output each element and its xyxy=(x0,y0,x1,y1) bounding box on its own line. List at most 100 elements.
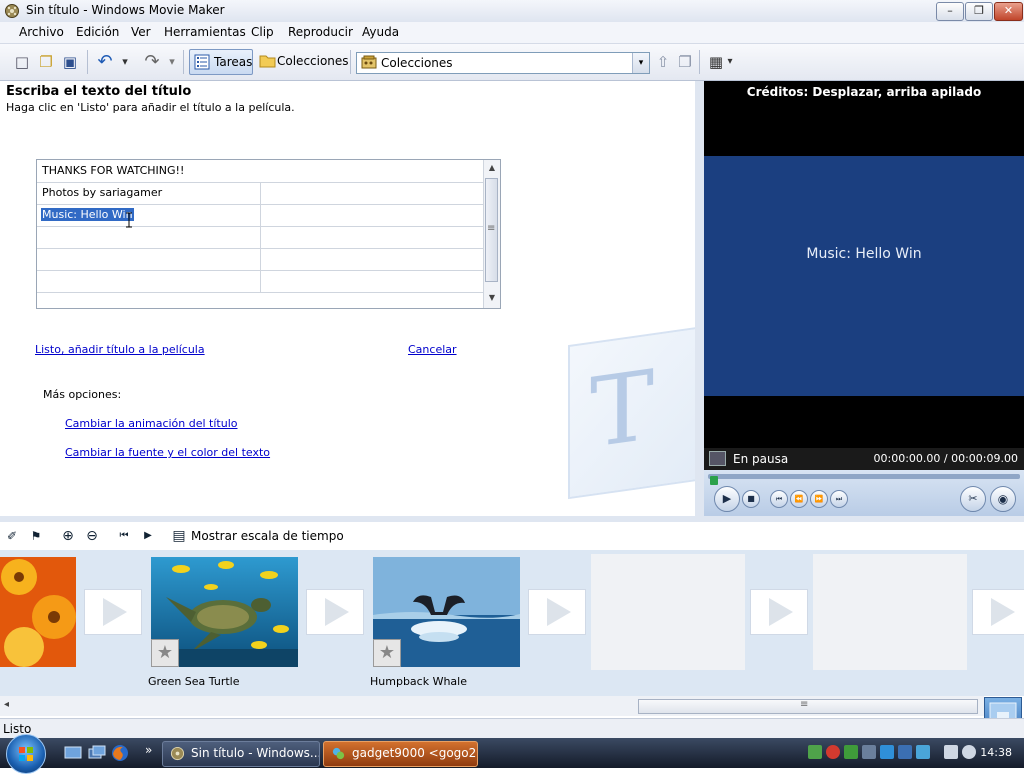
redo-dropdown-icon[interactable]: ▾ xyxy=(166,53,178,71)
switch-windows-icon[interactable] xyxy=(88,745,106,761)
split-clip-button[interactable]: ✂ xyxy=(960,486,986,512)
title-grid-cell[interactable] xyxy=(261,204,483,226)
tasks-button[interactable]: Tareas xyxy=(189,49,253,75)
undo-dropdown-icon[interactable]: ▾ xyxy=(119,53,131,71)
play-storyboard-icon[interactable]: ▶ xyxy=(140,528,156,544)
zoom-out-icon[interactable]: ⊖ xyxy=(84,528,100,544)
show-desktop-icon[interactable] xyxy=(64,745,82,761)
title-grid-cell[interactable]: Music: Hello Win xyxy=(37,204,261,226)
seek-bar[interactable] xyxy=(708,474,1020,485)
title-grid-scrollbar[interactable]: ▲ ≡ ▼ xyxy=(483,160,500,308)
change-title-animation-link[interactable]: Cambiar la animación del título xyxy=(65,417,238,430)
views-icon[interactable]: ▦ xyxy=(707,53,725,71)
quick-launch-overflow-icon[interactable]: » xyxy=(145,743,152,757)
transition-slot[interactable] xyxy=(750,589,808,635)
display-tray-icon[interactable] xyxy=(898,745,912,759)
menu-edicion[interactable]: Edición xyxy=(76,25,119,39)
menu-ayuda[interactable]: Ayuda xyxy=(362,25,399,39)
up-one-level-icon[interactable]: ⇧ xyxy=(654,53,672,71)
collections-combo[interactable]: Colecciones ▾ xyxy=(356,52,650,74)
storyboard-scrollbar[interactable]: ◂ ≡ xyxy=(0,696,984,716)
security-alert-tray-icon[interactable] xyxy=(826,745,840,759)
timeline-icon[interactable]: ▤ xyxy=(171,528,187,544)
start-button[interactable] xyxy=(6,734,46,774)
narrate-timeline-icon[interactable]: ✐ xyxy=(4,528,20,544)
take-snapshot-button[interactable]: ◉ xyxy=(990,486,1016,512)
play-button[interactable]: ▶ xyxy=(714,486,740,512)
taskbar-gadget-chat[interactable]: gadget9000 <gogo2... xyxy=(323,741,478,767)
show-timeline-button[interactable]: Mostrar escala de tiempo xyxy=(191,529,344,543)
tasks-list-icon xyxy=(194,54,210,70)
menu-herramientas[interactable]: Herramientas xyxy=(164,25,246,39)
title-grid-cell[interactable] xyxy=(261,270,483,292)
stop-button[interactable]: ■ xyxy=(742,490,760,508)
window-title-bar[interactable]: Sin título - Windows Movie Maker – ❐ ✕ xyxy=(0,0,1024,23)
taskbar-movie-maker[interactable]: Sin título - Windows... xyxy=(162,741,320,767)
menu-archivo[interactable]: Archivo xyxy=(19,25,64,39)
vertical-splitter[interactable] xyxy=(695,81,704,517)
next-frame-button[interactable]: ⏭ xyxy=(830,490,848,508)
title-grid-cell[interactable] xyxy=(261,226,483,248)
volume-tray-icon[interactable] xyxy=(962,745,976,759)
close-button[interactable]: ✕ xyxy=(994,2,1023,21)
title-grid-cell[interactable] xyxy=(261,182,483,204)
transition-slot[interactable] xyxy=(528,589,586,635)
storyboard-clip[interactable]: ★ xyxy=(373,557,520,667)
chevron-down-icon[interactable]: ▾ xyxy=(632,53,649,73)
rewind-button[interactable]: ⏪ xyxy=(790,490,808,508)
messenger-tray-icon[interactable] xyxy=(880,745,894,759)
network-tray-icon[interactable] xyxy=(808,745,822,759)
menu-reproducir[interactable]: Reproducir xyxy=(288,25,353,39)
new-collection-folder-icon[interactable]: ❐ xyxy=(676,53,694,71)
empty-clip-slot[interactable] xyxy=(591,554,745,670)
open-project-icon[interactable]: ❐ xyxy=(37,53,55,71)
audio-levels-icon[interactable]: ⚑ xyxy=(28,528,44,544)
transition-slot[interactable] xyxy=(306,589,364,635)
scroll-up-icon[interactable]: ▲ xyxy=(484,160,500,176)
device-tray-icon[interactable] xyxy=(862,745,876,759)
title-grid-scroll-thumb[interactable]: ≡ xyxy=(485,178,498,282)
fast-forward-button[interactable]: ⏩ xyxy=(810,490,828,508)
transition-slot[interactable] xyxy=(84,589,142,635)
done-add-title-link[interactable]: Listo, añadir título a la película xyxy=(35,343,205,356)
seek-thumb[interactable] xyxy=(710,476,718,485)
views-dropdown-icon[interactable]: ▾ xyxy=(725,53,735,71)
sync-tray-icon[interactable] xyxy=(916,745,930,759)
maximize-button[interactable]: ❐ xyxy=(965,2,993,21)
menu-ver[interactable]: Ver xyxy=(131,25,151,39)
minimize-button[interactable]: – xyxy=(936,2,964,21)
title-grid-cell[interactable] xyxy=(261,248,483,270)
movie-maker-task-icon xyxy=(170,746,185,761)
title-grid-cell[interactable] xyxy=(37,226,261,248)
title-grid-cell[interactable]: Photos by sariagamer xyxy=(37,182,261,204)
firefox-icon[interactable] xyxy=(111,744,129,762)
title-grid-cell[interactable]: THANKS FOR WATCHING!! xyxy=(37,160,483,182)
taskbar-clock[interactable]: 14:38 xyxy=(980,746,1012,759)
transition-slot[interactable] xyxy=(972,589,1024,635)
title-grid-cell[interactable] xyxy=(37,248,261,270)
cancel-link[interactable]: Cancelar xyxy=(408,343,457,356)
menu-clip[interactable]: Clip xyxy=(251,25,274,39)
previous-frame-button[interactable]: ⏮ xyxy=(770,490,788,508)
storyboard-clip[interactable]: ★ xyxy=(151,557,298,667)
rewind-storyboard-icon[interactable]: ⏮ xyxy=(116,528,132,544)
action-center-tray-icon[interactable] xyxy=(944,745,958,759)
storyboard-scroll-thumb[interactable]: ≡ xyxy=(638,699,978,714)
scroll-down-icon[interactable]: ▼ xyxy=(484,290,500,306)
tasks-button-label: Tareas xyxy=(214,55,253,69)
scroll-left-icon[interactable]: ◂ xyxy=(4,699,9,710)
title-text-grid[interactable]: THANKS FOR WATCHING!! Photos by sariagame… xyxy=(36,159,501,309)
zoom-in-icon[interactable]: ⊕ xyxy=(60,528,76,544)
empty-clip-slot[interactable] xyxy=(813,554,967,670)
update-tray-icon[interactable] xyxy=(844,745,858,759)
change-font-color-link[interactable]: Cambiar la fuente y el color del texto xyxy=(65,446,270,459)
clip-effect-star-icon[interactable]: ★ xyxy=(151,639,179,667)
collections-button[interactable]: Colecciones xyxy=(256,49,349,73)
storyboard-clip[interactable] xyxy=(0,557,76,667)
clip-effect-star-icon[interactable]: ★ xyxy=(373,639,401,667)
undo-icon[interactable]: ↶ xyxy=(96,53,114,71)
new-project-icon[interactable]: □ xyxy=(13,53,31,71)
save-project-icon[interactable]: ▣ xyxy=(61,53,79,71)
title-grid-cell[interactable] xyxy=(37,270,261,292)
redo-icon[interactable]: ↷ xyxy=(143,53,161,71)
